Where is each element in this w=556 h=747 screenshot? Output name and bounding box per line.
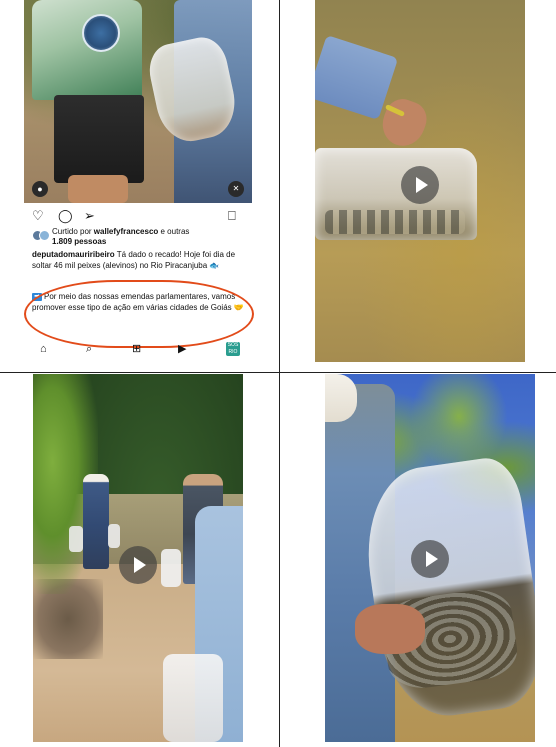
hand (376, 94, 432, 152)
fish-group (325, 210, 465, 234)
bottom-nav: ⌂ ⌕ ⊞ ▶ SOS RIO (24, 342, 252, 356)
liked-by-prefix: Curtido por (52, 227, 94, 236)
caption2-text: Por meio das nossas emendas parlamentare… (32, 292, 236, 312)
send-icon[interactable]: ➢ (84, 208, 95, 224)
shirt-logo (82, 14, 120, 52)
fish-bag-foreground (163, 654, 223, 742)
post-photo: ● ✕ (24, 0, 252, 203)
user-tag-icon[interactable]: ● (32, 181, 48, 197)
caption-username[interactable]: deputadomauriribeiro (32, 250, 115, 259)
hat (325, 374, 357, 422)
mute-icon[interactable]: ✕ (228, 181, 244, 197)
post-actions: ♡ ◯ ➢ ⎕ (24, 206, 252, 226)
arrow-right-icon: ➡ (32, 292, 42, 301)
hand (355, 604, 425, 654)
play-icon[interactable] (411, 540, 449, 578)
comment-icon[interactable]: ◯ (58, 208, 73, 224)
fish-bag (161, 549, 181, 587)
handshake-icon: 🤝 (233, 302, 244, 312)
liked-by-user[interactable]: wallefyfrancesco (94, 227, 158, 236)
post-caption: deputadomauriribeiro Tá dado o recado! H… (32, 250, 247, 271)
add-post-icon[interactable]: ⊞ (132, 342, 141, 356)
person-with-hat (83, 474, 109, 569)
play-icon[interactable] (119, 546, 157, 584)
annotation-circle (24, 280, 254, 348)
post-caption-continued: ➡ Por meio das nossas emendas parlamentar… (32, 292, 247, 313)
liker-avatars (32, 230, 50, 241)
shorts (54, 95, 144, 183)
reels-icon[interactable]: ▶ (178, 342, 186, 356)
bag-closeup-video-panel[interactable] (325, 374, 535, 742)
search-icon[interactable]: ⌕ (86, 342, 92, 356)
collage: ● ✕ ♡ ◯ ➢ ⎕ Curtido por wallefyfrancesco… (0, 0, 556, 747)
legs (68, 175, 128, 203)
instagram-post-panel: ● ✕ ♡ ◯ ➢ ⎕ Curtido por wallefyfrancesco… (24, 0, 254, 360)
liked-by-suffix: e outras (158, 227, 190, 236)
riverbank-video-panel[interactable] (33, 374, 243, 742)
water-video-panel[interactable] (315, 0, 525, 362)
home-icon[interactable]: ⌂ (40, 342, 47, 356)
bookmark-icon[interactable]: ⎕ (228, 208, 236, 224)
fish-bag (69, 526, 83, 552)
play-icon[interactable] (401, 166, 439, 204)
fish-bag (108, 524, 120, 548)
sos-rio-logo[interactable]: SOS RIO (226, 342, 240, 356)
shirt (32, 0, 142, 100)
liked-count[interactable]: 1.809 pessoas (52, 237, 106, 246)
fish-emoji-icon: 🐟 (209, 260, 220, 270)
divider-vertical (279, 0, 280, 747)
heart-icon[interactable]: ♡ (32, 208, 44, 224)
divider-horizontal (0, 372, 556, 373)
